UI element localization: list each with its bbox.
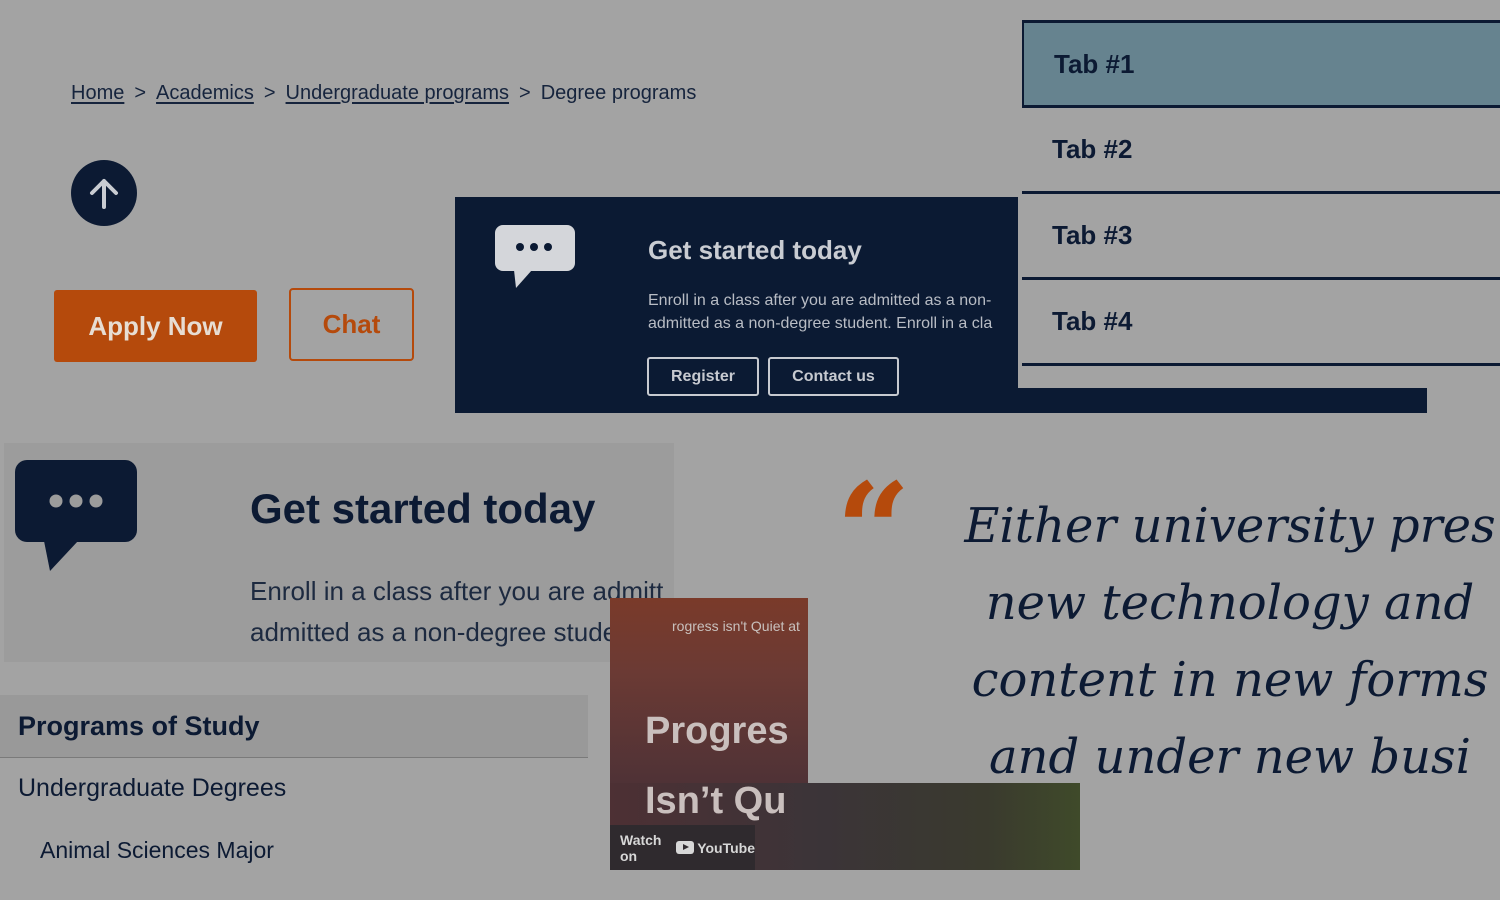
tab-list: Tab #1 Tab #2 Tab #3 Tab #4 bbox=[1018, 18, 1500, 388]
get-started-box-light: Get started today Enroll in a class afte… bbox=[4, 443, 674, 662]
contact-us-button[interactable]: Contact us bbox=[768, 357, 899, 396]
youtube-wordmark: YouTube bbox=[697, 839, 755, 856]
tab-2[interactable]: Tab #2 bbox=[1022, 108, 1500, 194]
chat-button[interactable]: Chat bbox=[289, 288, 414, 361]
box-body-line: Enroll in a class after you are admitt bbox=[250, 576, 664, 606]
video-headline-line: Isn’t Qu bbox=[645, 780, 787, 822]
breadcrumb-separator: > bbox=[519, 82, 531, 104]
breadcrumb-link-academics[interactable]: Academics bbox=[156, 82, 254, 104]
youtube-play-icon bbox=[676, 841, 695, 854]
tab-1[interactable]: Tab #1 bbox=[1022, 20, 1500, 108]
breadcrumb: Home > Academics > Undergraduate programs > De… bbox=[71, 82, 696, 105]
breadcrumb-separator: > bbox=[263, 82, 276, 104]
video-embed[interactable]: rogress isn't Quiet at Progres Isn’t Qu W… bbox=[610, 598, 1080, 870]
apply-now-button[interactable]: Apply Now bbox=[54, 290, 257, 362]
watch-on-youtube-button[interactable]: Watch on YouTube bbox=[610, 825, 755, 870]
back-to-top-button[interactable] bbox=[71, 160, 137, 226]
sidenav-item-animal-sciences-major[interactable]: Animal Sciences Major bbox=[0, 818, 588, 882]
register-button[interactable]: Register bbox=[647, 357, 759, 396]
box-title: Get started today bbox=[250, 485, 596, 532]
youtube-logo: YouTube bbox=[676, 840, 755, 856]
breadcrumb-link-home[interactable]: Home bbox=[71, 82, 124, 104]
video-headline: Progres Isn’t Qu bbox=[645, 696, 789, 836]
banner-title: Get started today bbox=[648, 235, 862, 265]
video-headline-line: Progres bbox=[645, 710, 789, 752]
tab-3[interactable]: Tab #3 bbox=[1022, 194, 1500, 280]
banner-body-line: admitted as a non-degree student. Enroll… bbox=[648, 315, 993, 332]
sidenav-header[interactable]: Programs of Study bbox=[0, 695, 588, 758]
chat-bubble-icon bbox=[15, 460, 137, 571]
tab-4[interactable]: Tab #4 bbox=[1022, 280, 1500, 366]
quote-mark-icon: “ bbox=[836, 454, 911, 607]
sidenav-item-undergraduate-degrees[interactable]: Undergraduate Degrees bbox=[0, 758, 588, 818]
breadcrumb-current: Degree programs bbox=[540, 82, 697, 104]
banner-body-line: Enroll in a class after you are admitted… bbox=[648, 292, 992, 309]
side-navigation: Programs of Study Undergraduate Degrees … bbox=[0, 695, 588, 882]
box-body-line: admitted as a non-degree student. E bbox=[250, 617, 671, 647]
box-body: Enroll in a class after you are admitt ad… bbox=[250, 571, 671, 653]
video-title: rogress isn't Quiet at bbox=[672, 618, 800, 634]
breadcrumb-separator: > bbox=[134, 82, 147, 104]
banner-body: Enroll in a class after you are admitted… bbox=[648, 289, 1023, 335]
arrow-up-icon bbox=[90, 179, 118, 209]
watch-label: Watch on bbox=[620, 831, 662, 864]
chat-bubble-icon bbox=[495, 225, 575, 288]
breadcrumb-link-undergraduate-programs[interactable]: Undergraduate programs bbox=[286, 82, 509, 104]
quote-line: Either university pres bbox=[964, 498, 1496, 554]
